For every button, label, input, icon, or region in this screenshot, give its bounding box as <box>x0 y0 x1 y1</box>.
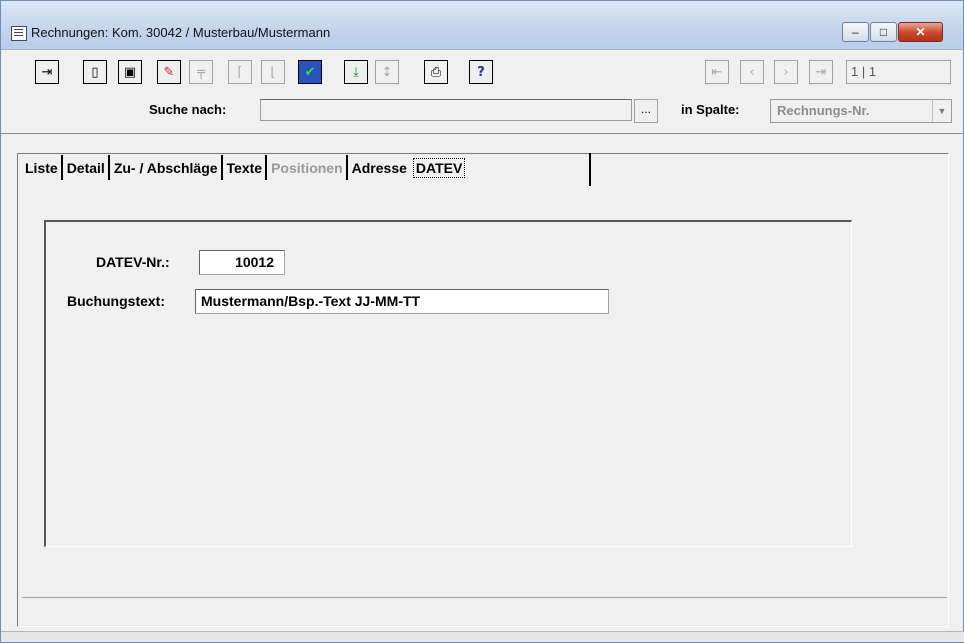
app-window: Rechnungen: Kom. 30042 / Musterbau/Muste… <box>0 0 964 643</box>
tab-bar: Liste Detail Zu- / Abschläge Texte Posit… <box>21 155 468 185</box>
window-icon <box>11 26 27 41</box>
new-button[interactable]: ▯ <box>83 60 107 84</box>
column-label: in Spalte: <box>681 102 740 117</box>
next-record-button[interactable]: › <box>774 60 798 84</box>
print-button[interactable]: ⎙ <box>424 60 448 84</box>
tab-liste[interactable]: Liste <box>21 155 63 180</box>
close-button[interactable]: ✕ <box>898 22 943 42</box>
help-icon: ? <box>477 64 485 80</box>
tab-zu-abschlaege[interactable]: Zu- / Abschläge <box>110 155 223 180</box>
copy-record-button[interactable]: ⌈ <box>228 60 252 84</box>
buchungstext-field[interactable]: Mustermann/Bsp.-Text JJ-MM-TT <box>195 289 609 314</box>
first-record-icon: ⇤ <box>711 64 723 80</box>
last-record-button[interactable]: ⇥ <box>809 60 833 84</box>
title-bar[interactable]: Rechnungen: Kom. 30042 / Musterbau/Muste… <box>1 1 963 50</box>
copy-record-icon: ⌈ <box>237 64 243 80</box>
insert-row-icon: ╤ <box>197 64 205 80</box>
tab-detail[interactable]: Detail <box>63 155 110 180</box>
buchungstext-label: Buchungstext: <box>67 293 165 309</box>
save-button[interactable]: ▣ <box>118 60 142 84</box>
search-label: Suche nach: <box>149 102 227 117</box>
help-button[interactable]: ? <box>469 60 493 84</box>
last-record-icon: ⇥ <box>815 64 827 80</box>
import-button[interactable]: ⤓ <box>344 60 368 84</box>
save-icon: ▣ <box>123 64 137 80</box>
column-select[interactable]: Rechnungs-Nr. ▼ <box>770 99 952 123</box>
import-icon: ⤓ <box>353 64 359 80</box>
check-icon: ✔ <box>304 64 316 80</box>
sort-button[interactable]: ↕ <box>375 60 399 84</box>
status-strip <box>1 631 964 642</box>
tab-adresse[interactable]: Adresse <box>348 155 410 180</box>
tab-texte[interactable]: Texte <box>223 155 268 180</box>
exit-icon: ⇥ <box>41 64 53 80</box>
next-record-icon: › <box>783 64 789 80</box>
sort-icon: ↕ <box>381 64 393 80</box>
chevron-down-icon[interactable]: ▼ <box>932 100 951 122</box>
tab-datev-label: DATEV <box>412 158 466 178</box>
prev-record-button[interactable]: ‹ <box>740 60 764 84</box>
delete-record-icon: ⌊ <box>270 64 276 80</box>
print-icon: ⎙ <box>430 64 442 80</box>
insert-row-button[interactable]: ╤ <box>189 60 213 84</box>
window-title: Rechnungen: Kom. 30042 / Musterbau/Muste… <box>31 25 331 40</box>
prev-record-icon: ‹ <box>749 64 755 80</box>
exit-button[interactable]: ⇥ <box>35 60 59 84</box>
datev-nr-field[interactable]: 10012 <box>199 250 285 275</box>
new-document-icon: ▯ <box>91 64 99 80</box>
tab-datev[interactable]: DATEV <box>410 155 468 180</box>
check-button[interactable]: ✔ <box>298 60 322 84</box>
maximize-button[interactable]: □ <box>870 22 897 42</box>
datev-nr-label: DATEV-Nr.: <box>96 254 170 270</box>
edit-button[interactable]: ✎ <box>157 60 181 84</box>
search-input[interactable] <box>260 99 632 121</box>
edit-icon: ✎ <box>163 64 175 80</box>
tab-positionen[interactable]: Positionen <box>267 155 348 180</box>
first-record-button[interactable]: ⇤ <box>705 60 729 84</box>
active-tab-edge <box>589 153 591 186</box>
delete-record-button[interactable]: ⌊ <box>261 60 285 84</box>
search-browse-button[interactable]: ... <box>634 99 658 123</box>
record-counter: 1 | 1 <box>846 60 951 84</box>
minimize-button[interactable]: – <box>842 22 869 42</box>
column-select-value: Rechnungs-Nr. <box>777 103 870 118</box>
